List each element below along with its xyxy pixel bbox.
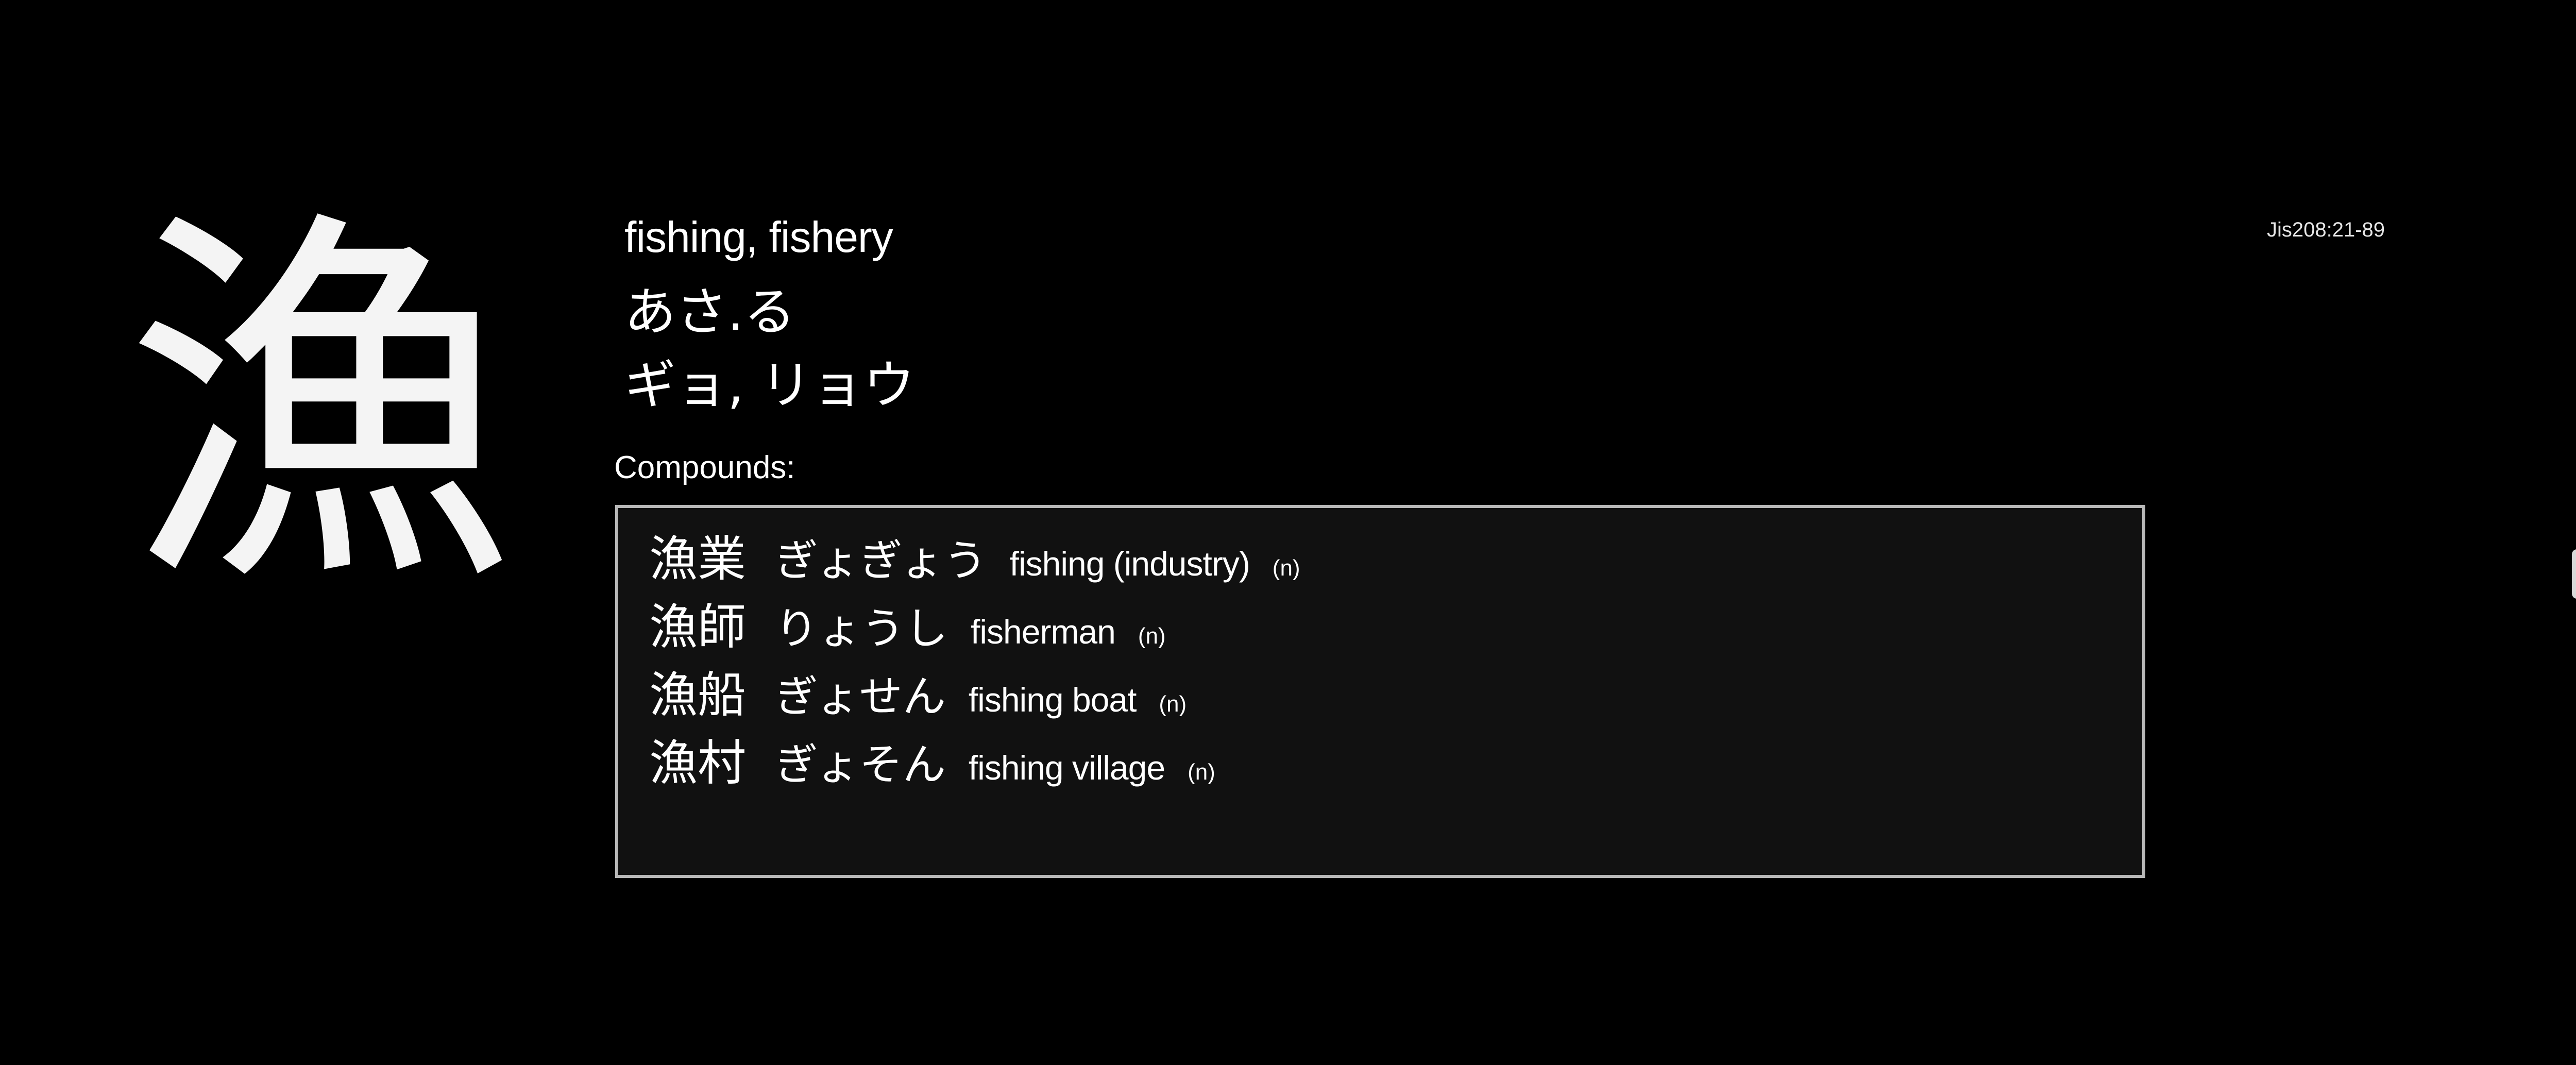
compound-reading: ぎょぎょう — [775, 535, 987, 586]
compound-pos: (n) — [1188, 759, 1215, 785]
compound-pos: (n) — [1159, 691, 1187, 717]
compound-gloss: fishing (industry) — [1009, 545, 1250, 583]
compound-reading: ぎょそん — [775, 739, 946, 790]
compound-gloss: fishing village — [968, 749, 1165, 787]
compound-pos: (n) — [1272, 555, 1300, 581]
kanji-card: 漁 fishing, fishery あさ.る ギョ, リョウ Jis208:2… — [0, 0, 2576, 1065]
compound-word: 漁師 — [649, 599, 747, 655]
jis-code: Jis208:21-89 — [2267, 218, 2385, 241]
compound-gloss: fishing boat — [968, 681, 1137, 719]
compound-pos: (n) — [1138, 623, 1166, 649]
compound-item: 漁船 ぎょせん fishing boat (n) — [649, 662, 2142, 730]
compound-word: 漁業 — [649, 531, 747, 587]
kanji-meaning: fishing, fishery — [624, 213, 893, 261]
compound-item: 漁村 ぎょそん fishing village (n) — [649, 730, 2142, 798]
compound-word: 漁村 — [649, 735, 747, 791]
compound-item: 漁業 ぎょぎょう fishing (industry) (n) — [649, 526, 2142, 594]
compound-reading: りょうし — [775, 603, 948, 654]
compound-item: 漁師 りょうし fisherman (n) — [649, 594, 2142, 662]
compounds-label: Compounds: — [614, 450, 795, 485]
compound-word: 漁船 — [649, 667, 747, 723]
kanji-character: 漁 — [124, 179, 515, 635]
scroll-handle-icon[interactable] — [2572, 549, 2576, 599]
compound-gloss: fisherman — [971, 613, 1116, 651]
compounds-list[interactable]: 漁業 ぎょぎょう fishing (industry) (n) 漁師 りょうし … — [615, 505, 2145, 878]
on-reading: ギョ, リョウ — [624, 355, 915, 415]
kun-reading: あさ.る — [624, 282, 795, 342]
compound-reading: ぎょせん — [775, 671, 946, 722]
